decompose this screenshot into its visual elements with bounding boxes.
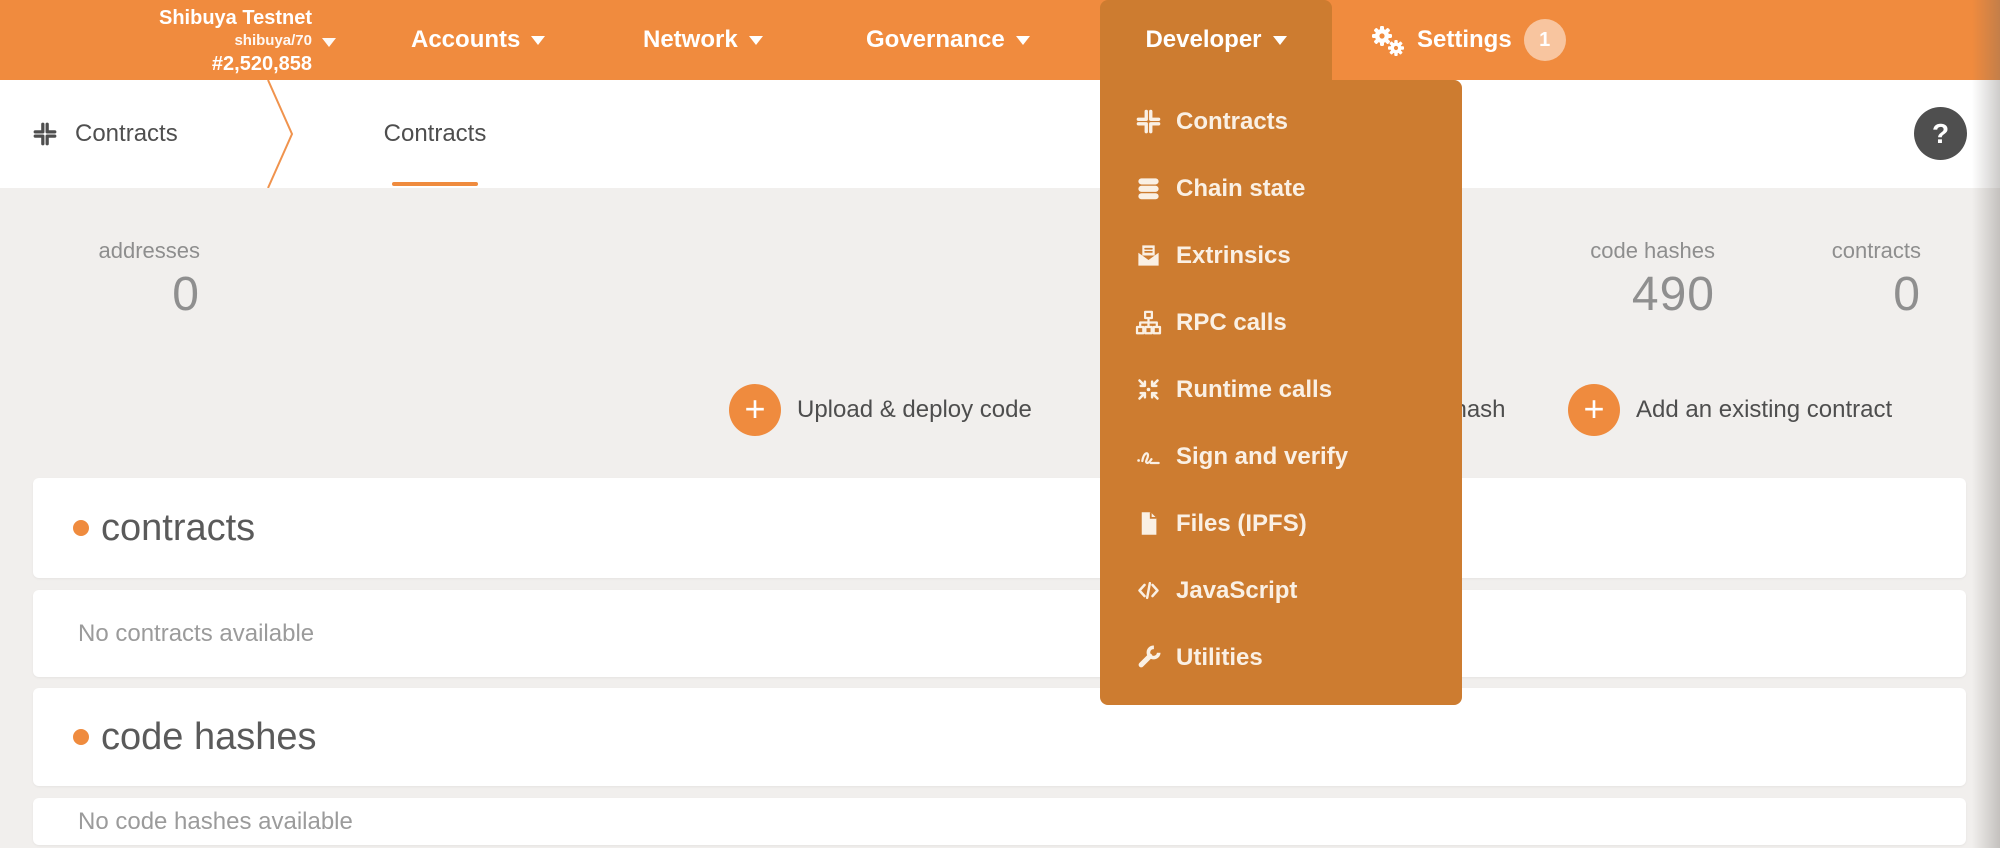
section-title: contracts (101, 507, 255, 550)
chevron-down-icon (322, 38, 336, 47)
section-dot-icon (73, 520, 89, 536)
breadcrumb-divider (255, 80, 301, 188)
question-mark-icon: ? (1932, 118, 1949, 150)
page-header-bar: Contracts Contracts ? (0, 80, 2000, 188)
dev-menu-item-extrinsics[interactable]: Extrinsics (1100, 222, 1462, 289)
nav-item-accounts[interactable]: Accounts (411, 0, 545, 80)
dev-menu-item-contracts[interactable]: Contracts (1100, 88, 1462, 155)
signature-icon (1133, 442, 1163, 472)
chevron-down-icon (531, 36, 545, 45)
plus-icon: + (1568, 384, 1620, 436)
dev-menu-item-javascript[interactable]: JavaScript (1100, 557, 1462, 624)
dev-menu-item-chain-state[interactable]: Chain state (1100, 155, 1462, 222)
settings-count-badge: 1 (1524, 19, 1566, 61)
active-tab-underline (392, 182, 478, 186)
help-button[interactable]: ? (1914, 107, 1967, 160)
dev-menu-item-utilities[interactable]: Utilities (1100, 624, 1462, 691)
nav-item-governance[interactable]: Governance (866, 0, 1030, 80)
code-icon (1133, 576, 1163, 606)
chevron-down-icon (1273, 36, 1287, 45)
nav-item-developer[interactable]: Developer (1100, 0, 1332, 80)
gears-icon (1369, 23, 1405, 57)
section-title: code hashes (101, 716, 317, 759)
network-info[interactable]: Shibuya Testnet shibuya/70 #2,520,858 (60, 6, 312, 76)
nav-item-network[interactable]: Network (643, 0, 763, 80)
compress-icon (32, 121, 58, 147)
dev-menu-item-files-ipfs[interactable]: Files (IPFS) (1100, 490, 1462, 557)
network-chain[interactable]: shibuya/70 (60, 32, 312, 50)
developer-dropdown-menu: Contracts Chain state Extrinsics (1100, 80, 1462, 705)
code-hashes-section-header: code hashes (33, 688, 1966, 786)
wrench-icon (1133, 643, 1163, 673)
code-hashes-empty-row: No code hashes available (33, 798, 1966, 845)
stat-code-hashes: code hashes 490 (1515, 238, 1715, 322)
section-dot-icon (73, 729, 89, 745)
envelope-open-text-icon (1133, 241, 1163, 271)
compress-arrows-icon (1133, 375, 1163, 405)
compress-icon (1133, 107, 1163, 137)
file-icon (1133, 509, 1163, 539)
upload-deploy-code-button[interactable]: + Upload & deploy code (729, 384, 1032, 436)
tab-contracts[interactable]: Contracts (373, 80, 497, 188)
database-icon (1133, 174, 1163, 204)
dev-menu-item-rpc-calls[interactable]: RPC calls (1100, 289, 1462, 356)
network-name: Shibuya Testnet (60, 6, 312, 30)
breadcrumb-label: Contracts (75, 120, 178, 148)
chevron-down-icon (1016, 36, 1030, 45)
plus-icon: + (729, 384, 781, 436)
dev-menu-item-sign-and-verify[interactable]: Sign and verify (1100, 423, 1462, 490)
stat-addresses: addresses 0 (40, 238, 200, 322)
top-navbar: Shibuya Testnet shibuya/70 #2,520,858 Ac… (0, 0, 2000, 80)
sitemap-icon (1133, 308, 1163, 338)
block-number: #2,520,858 (60, 52, 312, 76)
contracts-empty-row: No contracts available (33, 590, 1966, 677)
nav-item-settings[interactable]: Settings 1 (1369, 0, 1566, 80)
dev-menu-item-runtime-calls[interactable]: Runtime calls (1100, 356, 1462, 423)
chevron-down-icon (749, 36, 763, 45)
contracts-section-header: contracts (33, 478, 1966, 578)
breadcrumb: Contracts (32, 80, 178, 188)
stat-contracts: contracts 0 (1721, 238, 1921, 322)
add-existing-contract-button[interactable]: + Add an existing contract (1568, 384, 1892, 436)
